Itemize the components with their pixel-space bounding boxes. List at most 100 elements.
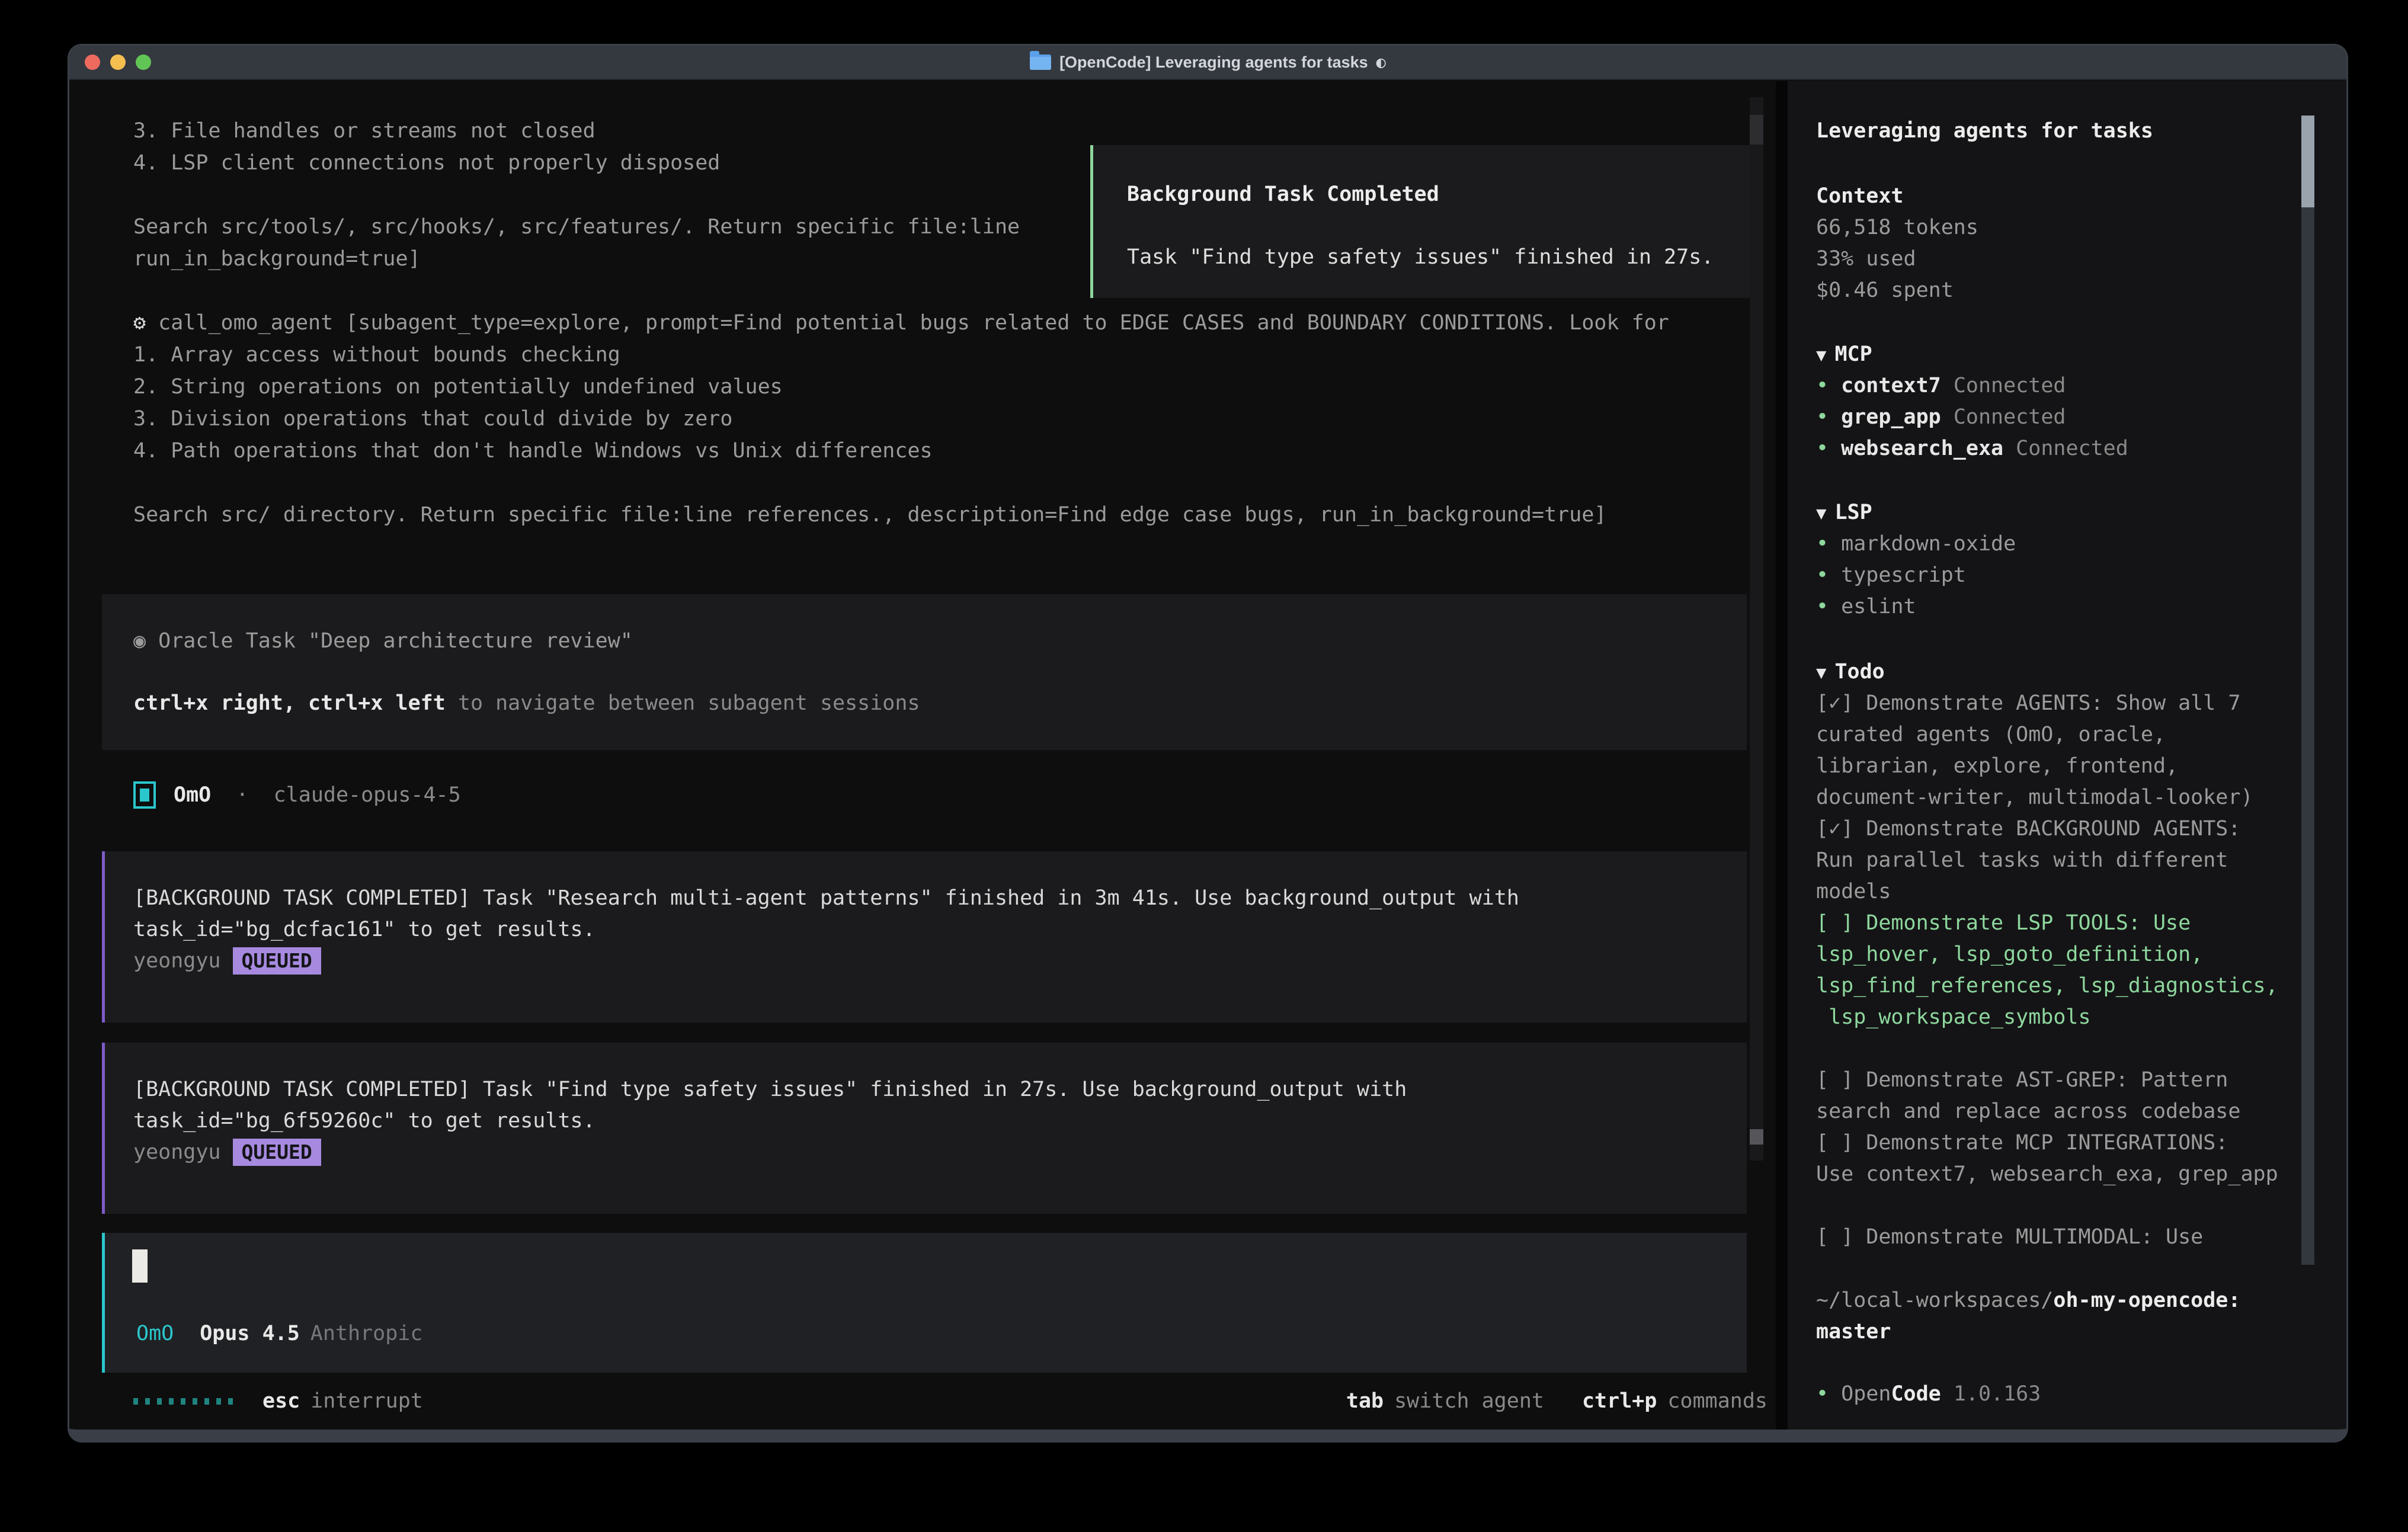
app-version: • OpenCode 1.0.163	[1816, 1379, 2346, 1410]
mcp-item: • websearch_exa Connected	[1816, 433, 2346, 464]
workspace-path: ~/local-workspaces/oh-my-opencode: maste…	[1816, 1285, 2346, 1348]
spinner-dot	[204, 1398, 209, 1405]
workspace-repo: oh-my-opencode:	[2053, 1289, 2240, 1312]
spinner-dot	[216, 1398, 221, 1405]
todo-item: [ ] Demonstrate MULTIMODAL: Use	[1816, 1222, 2346, 1253]
spinner-dot	[169, 1398, 174, 1405]
status-bar: esc interrupt tab switch agent ctrl+p co…	[133, 1385, 1767, 1417]
notification-body: Task "Find type safety issues" finished …	[1127, 241, 1756, 273]
mcp-item: • context7 Connected	[1816, 370, 2346, 402]
hint-keys: ctrl+x right, ctrl+x left	[133, 691, 446, 715]
tool-call-item: 3. Division operations that could divide…	[133, 403, 1693, 435]
bullet-icon: •	[1816, 595, 1829, 618]
lsp-item: • markdown-oxide	[1816, 528, 2346, 560]
message-line: [BACKGROUND TASK COMPLETED] Task "Resear…	[133, 882, 1747, 914]
tab-key-hint: tab	[1346, 1385, 1384, 1417]
message-author: yeongyu	[133, 945, 221, 977]
close-button[interactable]	[85, 55, 100, 70]
mcp-item: • grep_app Connected	[1816, 402, 2346, 433]
workspace-branch: master	[1816, 1316, 2346, 1348]
spinner-dot	[157, 1398, 162, 1405]
zoom-button[interactable]	[136, 55, 151, 70]
bullet-icon: •	[1816, 405, 1829, 429]
chat-panel: 3. File handles or streams not closed 4.…	[69, 81, 1776, 1430]
mcp-heading[interactable]: ▼MCP	[1816, 339, 2346, 370]
context-tokens: 66,518 tokens	[1816, 212, 2346, 243]
message-line: [BACKGROUND TASK COMPLETED] Task "Find t…	[133, 1073, 1747, 1105]
todo-item-active: [ ] Demonstrate LSP TOOLS: Use lsp_hover…	[1816, 908, 2346, 1033]
todo-item: [✓] Demonstrate AGENTS: Show all 7 curat…	[1816, 688, 2346, 813]
lsp-heading[interactable]: ▼LSP	[1816, 497, 2346, 528]
text-cursor	[132, 1249, 148, 1283]
todo-item: [✓] Demonstrate BACKGROUND AGENTS: Run p…	[1816, 813, 2346, 908]
context-used: 33% used	[1816, 243, 2346, 275]
hint-text: to navigate between subagent sessions	[446, 691, 920, 715]
app-name-suffix: Code	[1891, 1382, 1941, 1406]
context-heading: Context	[1816, 181, 2346, 212]
tool-call-item: Search src/ directory. Return specific f…	[133, 499, 1693, 531]
window-title-group: [OpenCode] Leveraging agents for tasks ◐	[69, 53, 2346, 72]
bullet-icon: •	[1816, 1382, 1829, 1406]
context-spent: $0.46 spent	[1816, 275, 2346, 306]
gear-icon: ⚙	[133, 311, 146, 335]
chevron-down-icon: ▼	[1816, 662, 1826, 682]
tool-call-text: call_omo_agent [subagent_type=explore, p…	[158, 311, 1669, 335]
spinner-dot	[133, 1398, 138, 1405]
agent-name: OmO	[174, 779, 211, 811]
composer-provider: Anthropic	[310, 1318, 423, 1350]
spinner-dot	[193, 1398, 197, 1405]
composer-agent: OmO	[136, 1318, 174, 1350]
spinner-dot	[181, 1398, 185, 1405]
spinner-dot	[145, 1398, 150, 1405]
oracle-task-title: ◉ Oracle Task "Deep architecture review"	[133, 625, 1747, 656]
session-title: Leveraging agents for tasks	[1816, 116, 2346, 147]
message-line: task_id="bg_6f59260c" to get results.	[133, 1105, 1747, 1136]
bullet-icon: •	[1816, 437, 1829, 460]
bullet-icon: •	[1816, 563, 1829, 587]
app-name-prefix: Open	[1841, 1382, 1891, 1406]
tool-call-item: 4. Path operations that don't handle Win…	[133, 435, 1693, 467]
scrollbar-thumb[interactable]	[2301, 116, 2314, 207]
chat-scrollbar[interactable]	[1750, 97, 1763, 1161]
tool-call-line: ⚙ call_omo_agent [subagent_type=explore,…	[133, 307, 1693, 339]
message-author: yeongyu	[133, 1136, 221, 1168]
status-badge: QUEUED	[233, 947, 321, 975]
tool-call-item	[133, 467, 1693, 499]
tool-call-item: 1. Array access without bounds checking	[133, 339, 1693, 371]
scrollbar-thumb[interactable]	[1750, 1129, 1763, 1145]
agent-header: OmO · claude-opus-4-5	[133, 779, 461, 810]
panel-divider	[1776, 81, 1788, 1430]
spinner-dots	[133, 1398, 233, 1405]
tool-call-item: 2. String operations on potentially unde…	[133, 371, 1693, 403]
traffic-lights	[85, 55, 151, 70]
composer-status: OmO Opus 4.5 Anthropic	[136, 1318, 422, 1349]
mcp-section: ▼MCP • context7 Connected • grep_app Con…	[1816, 339, 2346, 464]
prompt-input[interactable]: OmO Opus 4.5 Anthropic	[102, 1233, 1747, 1373]
minimize-button[interactable]	[110, 55, 126, 70]
version-number: 1.0.163	[1954, 1382, 2041, 1406]
todo-section: ▼Todo [✓] Demonstrate AGENTS: Show all 7…	[1816, 656, 2346, 1253]
agent-icon	[133, 781, 156, 809]
context-section: Context 66,518 tokens 33% used $0.46 spe…	[1816, 181, 2346, 306]
lsp-item: • eslint	[1816, 591, 2346, 623]
chevron-down-icon: ▼	[1816, 345, 1826, 365]
esc-key-hint: esc	[262, 1385, 300, 1417]
background-task-notification[interactable]: Background Task Completed Task "Find typ…	[1090, 145, 1759, 298]
moon-icon: ◐	[1376, 53, 1386, 72]
todo-heading[interactable]: ▼Todo	[1816, 656, 2346, 688]
sidebar-scrollbar[interactable]	[2301, 116, 2314, 1265]
window-title: [OpenCode] Leveraging agents for tasks	[1059, 53, 1368, 72]
agent-model: claude-opus-4-5	[274, 779, 461, 811]
subagent-nav-hint: ctrl+x right, ctrl+x left to navigate be…	[133, 687, 1747, 719]
message-line: task_id="bg_dcfac161" to get results.	[133, 914, 1747, 945]
composer-model: Opus 4.5	[200, 1318, 300, 1350]
scrollbar-thumb[interactable]	[1750, 115, 1763, 145]
folder-icon	[1030, 55, 1051, 70]
background-task-message: [BACKGROUND TASK COMPLETED] Task "Find t…	[102, 1043, 1747, 1214]
scrollback-line: 3. File handles or streams not closed	[133, 115, 1693, 147]
status-badge: QUEUED	[233, 1139, 321, 1166]
session-sidebar: Leveraging agents for tasks Context 66,5…	[1788, 81, 2346, 1430]
spinner-dot	[228, 1398, 233, 1405]
dot-separator: ·	[211, 779, 273, 811]
todo-item: [ ] Demonstrate MCP INTEGRATIONS: Use co…	[1816, 1127, 2346, 1190]
